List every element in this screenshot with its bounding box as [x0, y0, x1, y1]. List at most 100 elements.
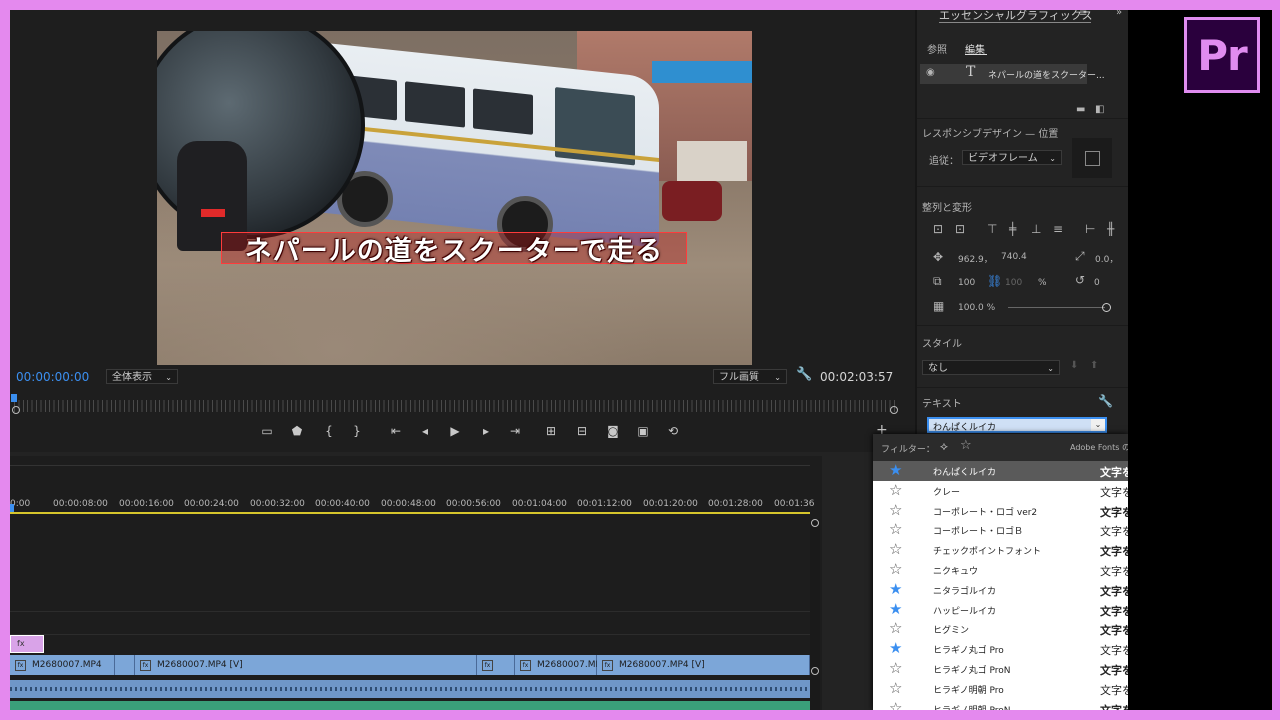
star-filled-icon[interactable]: ★ [889, 462, 902, 479]
star-outline-icon[interactable]: ☆ [889, 699, 902, 710]
star-outline-icon[interactable]: ☆ [889, 501, 902, 519]
opacity-slider-track[interactable] [1008, 307, 1105, 308]
panel-menu-icon[interactable]: ≡ [1079, 10, 1087, 19]
align-center-icon[interactable]: ╫ [1107, 222, 1114, 236]
add-marker-button[interactable]: ⬟ [288, 424, 306, 438]
position-y[interactable]: 740.4 [1001, 252, 1027, 262]
star-filled-icon[interactable]: ★ [889, 640, 902, 657]
font-list-item[interactable]: ★ わんぱくルイカ 文字を [873, 461, 1128, 481]
video-clip[interactable]: fxM2680007.MP4 [V] [10, 655, 115, 690]
chevron-down-icon[interactable]: ⌄ [1091, 419, 1105, 431]
opacity-slider-handle[interactable] [1102, 303, 1111, 312]
font-list-item[interactable]: ☆ ニクキュウ 文字を [873, 560, 1128, 580]
lift-button[interactable]: ⊞ [542, 424, 560, 438]
font-list-item[interactable]: ☆ コーポレート・ロゴ ver2 文字を [873, 501, 1128, 521]
star-filled-icon[interactable]: ★ [889, 600, 902, 618]
eye-icon[interactable]: ◉ [926, 67, 935, 78]
play-button[interactable]: ▶ [446, 424, 464, 438]
star-filled-icon[interactable]: ★ [889, 580, 902, 598]
comparison-view-button[interactable]: ▣ [634, 424, 652, 438]
align-middle-icon[interactable]: ╪ [1009, 222, 1016, 236]
scroll-handle-bottom[interactable] [811, 667, 819, 675]
extract-button[interactable]: ⊟ [573, 424, 591, 438]
tab-browse[interactable]: 参照 [927, 41, 947, 56]
font-name: ヒグミン [933, 626, 970, 637]
font-list-item[interactable]: ★ ニタラゴルイカ 文字を [873, 580, 1128, 600]
star-outline-icon[interactable]: ☆ [889, 561, 902, 578]
font-list-item[interactable]: ☆ コーポレート・ロゴＢ 文字を [873, 520, 1128, 540]
multi-camera-button[interactable]: ⟲ [664, 424, 682, 438]
go-to-in-button[interactable]: ⇤ [387, 424, 405, 438]
expand-icon[interactable]: » [1116, 10, 1122, 18]
scale-value[interactable]: 100 [958, 278, 975, 288]
align-left-icon[interactable]: ⊢ [1085, 222, 1095, 236]
graphic-clip[interactable]: fx [10, 635, 44, 653]
zoom-dropdown[interactable]: 全体表示 ⌄ [106, 369, 178, 384]
scroll-handle-top[interactable] [811, 519, 819, 527]
scroll-handle-left[interactable] [12, 406, 20, 414]
align-vertical-center-icon[interactable]: ⊡ [933, 222, 943, 236]
step-forward-button[interactable]: ▸ [477, 424, 495, 438]
work-area-bar[interactable] [10, 512, 810, 514]
star-outline-icon[interactable]: ☆ [889, 679, 902, 697]
wrench-icon[interactable]: 🔧 [796, 367, 812, 382]
audio-waveform [10, 687, 810, 691]
video-clip[interactable] [115, 655, 135, 675]
timeline-scrollbar[interactable] [810, 519, 820, 710]
video-clip[interactable]: fxM2680007.MP4 [V] [135, 655, 477, 675]
star-outline-icon[interactable]: ☆ [889, 481, 902, 499]
video-clip[interactable]: fx M2680007.MP [515, 655, 601, 675]
font-list-item[interactable]: ☆ ヒグミン 文字を [873, 619, 1128, 639]
font-list-item[interactable]: ★ ヒラギノ丸ゴ Pro 文字を [873, 639, 1128, 659]
align-horizontal-center-icon[interactable]: ⊡ [955, 222, 965, 236]
style-dropdown[interactable]: なし ⌄ [922, 360, 1060, 375]
style-up-arrow-icon[interactable]: ⬆ [1090, 360, 1098, 371]
rotation-value[interactable]: 0 [1094, 278, 1100, 288]
wrench-icon[interactable]: 🔧 [1098, 394, 1113, 408]
star-filter-icon[interactable]: ☆ [960, 438, 972, 453]
step-back-button[interactable]: ◂ [416, 424, 434, 438]
pin-widget[interactable] [1072, 138, 1112, 178]
font-family-field[interactable]: わんぱくルイカ ⌄ [927, 417, 1107, 433]
font-list-item[interactable]: ☆ ヒラギノ丸ゴ ProN 文字を [873, 659, 1128, 679]
font-list-item[interactable]: ☆ クレー 文字を [873, 481, 1128, 501]
video-frame[interactable]: ネパールの道をスクーターで走る [157, 31, 752, 365]
monitor-time-ruler[interactable] [14, 400, 898, 412]
font-list-item[interactable]: ☆ ヒラギノ明朝 ProN 文字を [873, 699, 1128, 710]
camera-icon[interactable]: ◙ [604, 424, 622, 438]
font-list-item[interactable]: ☆ ヒラギノ明朝 Pro 文字を [873, 679, 1128, 699]
safe-margins-button[interactable]: ▭ [258, 424, 276, 438]
layer-row[interactable]: ◉ T ネパールの道をスクーター... [920, 64, 1105, 84]
follow-dropdown[interactable]: ビデオフレーム ⌄ [962, 150, 1062, 165]
timeline-playhead[interactable] [10, 504, 14, 512]
star-outline-icon[interactable]: ☆ [889, 660, 902, 677]
video-clip[interactable]: fx [477, 655, 515, 675]
quality-dropdown[interactable]: フル画質 ⌄ [713, 369, 787, 384]
scroll-handle-right[interactable] [890, 406, 898, 414]
mark-in-button[interactable]: { [320, 424, 338, 438]
audio-track-2[interactable] [10, 701, 810, 710]
new-layer-icon[interactable]: ◧ [1095, 104, 1104, 115]
playhead[interactable] [11, 394, 17, 402]
video-clip[interactable]: fxM2680007.MP4 [V] [597, 655, 810, 675]
star-outline-icon[interactable]: ☆ [889, 541, 902, 558]
current-timecode[interactable]: 00:00:00:00 [16, 370, 89, 384]
go-to-out-button[interactable]: ⇥ [506, 424, 524, 438]
align-bottom-icon[interactable]: ⊥ [1031, 222, 1041, 236]
filter-icon[interactable]: ⟡ [940, 439, 948, 454]
new-folder-icon[interactable]: ▬ [1076, 104, 1085, 115]
mark-out-button[interactable]: } [348, 424, 366, 438]
audio-track-1[interactable] [10, 680, 810, 698]
font-list-item[interactable]: ★ ハッピールイカ 文字を [873, 600, 1128, 620]
position-x[interactable]: 962.9， [958, 252, 993, 265]
style-down-arrow-icon[interactable]: ⬇ [1070, 360, 1078, 371]
align-top-icon[interactable]: ⊤ [987, 222, 997, 236]
distribute-icon[interactable]: ≡ [1053, 222, 1063, 236]
opacity-value[interactable]: 100.0 % [958, 303, 995, 313]
star-outline-icon[interactable]: ☆ [889, 521, 902, 538]
title-caption-box[interactable]: ネパールの道をスクーターで走る [221, 232, 687, 267]
anchor-value[interactable]: 0.0， [1095, 252, 1118, 265]
star-outline-icon[interactable]: ☆ [889, 620, 902, 637]
font-list-item[interactable]: ☆ チェックポイントフォント 文字を [873, 540, 1128, 560]
link-icon[interactable]: ⛓ [987, 274, 1002, 288]
